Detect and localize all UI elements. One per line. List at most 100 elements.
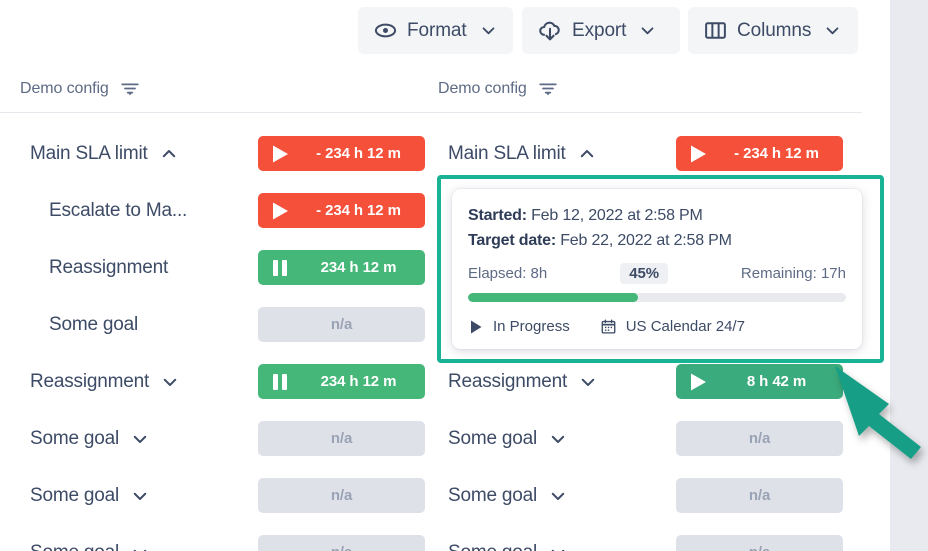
sla-detail-tooltip: Started: Feb 12, 2022 at 2:58 PM Target …	[452, 189, 862, 349]
table-row[interactable]: Some goal n/a	[418, 467, 848, 524]
sla-status-pill-label: n/a	[676, 430, 843, 447]
tooltip-elapsed: Elapsed: 8h	[468, 265, 547, 282]
row-label: Reassignment	[30, 371, 149, 393]
tooltip-target-value: Feb 22, 2022 at 2:58 PM	[560, 232, 732, 249]
row-label-cell: Main SLA limit	[448, 143, 663, 165]
row-label: Some goal	[448, 485, 537, 507]
table-row[interactable]: Escalate to Ma... - 234 h 12 m	[0, 182, 430, 239]
table-row[interactable]: Some goal n/a	[418, 410, 848, 467]
row-label-cell: Escalate to Ma...	[49, 200, 264, 222]
columns-button[interactable]: Columns	[688, 7, 858, 54]
play-icon	[676, 371, 720, 393]
chevron-down-icon[interactable]	[131, 487, 149, 505]
sla-status-pill-label: 8 h 42 m	[720, 373, 843, 390]
sla-status-pill[interactable]: n/a	[258, 421, 425, 456]
sla-status-pill[interactable]: n/a	[676, 421, 843, 456]
chevron-down-icon[interactable]	[131, 430, 149, 448]
play-icon	[468, 319, 484, 335]
column-header-right: Demo config	[438, 78, 559, 100]
chevron-down-icon[interactable]	[549, 487, 567, 505]
row-label-cell: Main SLA limit	[30, 143, 245, 165]
row-label-cell: Some goal	[49, 314, 264, 336]
tooltip-started-label: Started:	[468, 207, 527, 224]
filter-icon[interactable]	[119, 78, 141, 100]
row-label-cell: Some goal	[30, 485, 245, 507]
sla-status-pill[interactable]: n/a	[676, 478, 843, 513]
sla-status-pill[interactable]: 234 h 12 m	[258, 250, 425, 285]
export-button[interactable]: Export	[522, 7, 680, 54]
table-row[interactable]: Reassignment 8 h 42 m	[418, 353, 848, 410]
chevron-down-icon[interactable]	[549, 430, 567, 448]
tooltip-target-line: Target date: Feb 22, 2022 at 2:58 PM	[468, 228, 846, 253]
table-row[interactable]: Main SLA limit - 234 h 12 m	[418, 125, 848, 182]
row-label: Main SLA limit	[448, 143, 566, 165]
chevron-down-icon[interactable]	[579, 373, 597, 391]
chevron-up-icon[interactable]	[160, 145, 178, 163]
chevron-down-icon[interactable]	[131, 544, 149, 551]
table-row[interactable]: Some goal n/a	[0, 467, 430, 524]
format-button-label: Format	[407, 20, 467, 42]
row-label-cell: Some goal	[448, 542, 663, 551]
tooltip-remaining: Remaining: 17h	[741, 265, 846, 282]
chevron-down-icon	[480, 22, 497, 39]
sla-status-pill-label: 234 h 12 m	[302, 259, 425, 276]
row-label-cell: Reassignment	[30, 371, 245, 393]
app-root: Format Export	[0, 0, 928, 551]
sla-status-pill-label: - 234 h 12 m	[302, 145, 425, 162]
chevron-down-icon[interactable]	[549, 544, 567, 551]
columns-icon	[703, 18, 728, 43]
table-row[interactable]: Some goal n/a	[0, 524, 430, 551]
sla-status-pill-label: n/a	[676, 544, 843, 551]
row-label: Some goal	[30, 428, 119, 450]
table-row[interactable]: Some goal n/a	[0, 410, 430, 467]
pause-icon	[258, 371, 302, 393]
sla-status-pill[interactable]: - 234 h 12 m	[258, 136, 425, 171]
sla-grid-left: Main SLA limit- 234 h 12 mEscalate to Ma…	[0, 113, 430, 551]
row-label-cell: Some goal	[30, 542, 245, 551]
pause-icon	[258, 257, 302, 279]
toolbar: Format Export	[0, 0, 890, 62]
eye-icon	[373, 18, 398, 43]
tooltip-progress-meta: Elapsed: 8h 45% Remaining: 17h	[468, 263, 846, 284]
right-gutter	[890, 0, 928, 551]
sla-status-pill-label: n/a	[258, 316, 425, 333]
format-button[interactable]: Format	[358, 7, 513, 54]
row-label: Some goal	[448, 542, 537, 551]
tooltip-started-line: Started: Feb 12, 2022 at 2:58 PM	[468, 203, 846, 228]
sla-status-pill[interactable]: 234 h 12 m	[258, 364, 425, 399]
sla-status-pill[interactable]: n/a	[258, 478, 425, 513]
row-label: Reassignment	[448, 371, 567, 393]
play-icon	[676, 143, 720, 165]
sla-status-pill[interactable]: - 234 h 12 m	[258, 193, 425, 228]
table-row[interactable]: Reassignment 234 h 12 m	[0, 239, 430, 296]
chevron-down-icon[interactable]	[161, 373, 179, 391]
row-label: Main SLA limit	[30, 143, 148, 165]
tooltip-progress-fill	[468, 293, 638, 302]
row-label: Escalate to Ma...	[49, 200, 187, 222]
chevron-up-icon[interactable]	[578, 145, 596, 163]
sla-status-pill[interactable]: n/a	[676, 535, 843, 551]
table-row[interactable]: Main SLA limit - 234 h 12 m	[0, 125, 430, 182]
table-row[interactable]: Reassignment 234 h 12 m	[0, 353, 430, 410]
row-label-cell: Some goal	[448, 428, 663, 450]
sla-status-pill[interactable]: - 234 h 12 m	[676, 136, 843, 171]
tooltip-status: In Progress	[468, 318, 570, 335]
play-icon	[258, 200, 302, 222]
filter-icon[interactable]	[537, 78, 559, 100]
sla-status-pill[interactable]: n/a	[258, 535, 425, 551]
sla-status-pill[interactable]: 8 h 42 m	[676, 364, 843, 399]
row-label-cell: Reassignment	[49, 257, 264, 279]
row-label: Some goal	[49, 314, 138, 336]
table-row[interactable]: Some goal n/a	[0, 296, 430, 353]
sla-status-pill[interactable]: n/a	[258, 307, 425, 342]
cloud-download-icon	[537, 18, 563, 44]
sla-status-pill-label: n/a	[676, 487, 843, 504]
column-header-left-label: Demo config	[20, 80, 109, 98]
row-label: Some goal	[30, 485, 119, 507]
row-label: Some goal	[448, 428, 537, 450]
table-row[interactable]: Some goal n/a	[418, 524, 848, 551]
tooltip-target-label: Target date:	[468, 232, 556, 249]
tooltip-calendar: US Calendar 24/7	[600, 318, 745, 335]
tooltip-calendar-label: US Calendar 24/7	[626, 318, 745, 335]
tooltip-progress-bar	[468, 293, 846, 302]
